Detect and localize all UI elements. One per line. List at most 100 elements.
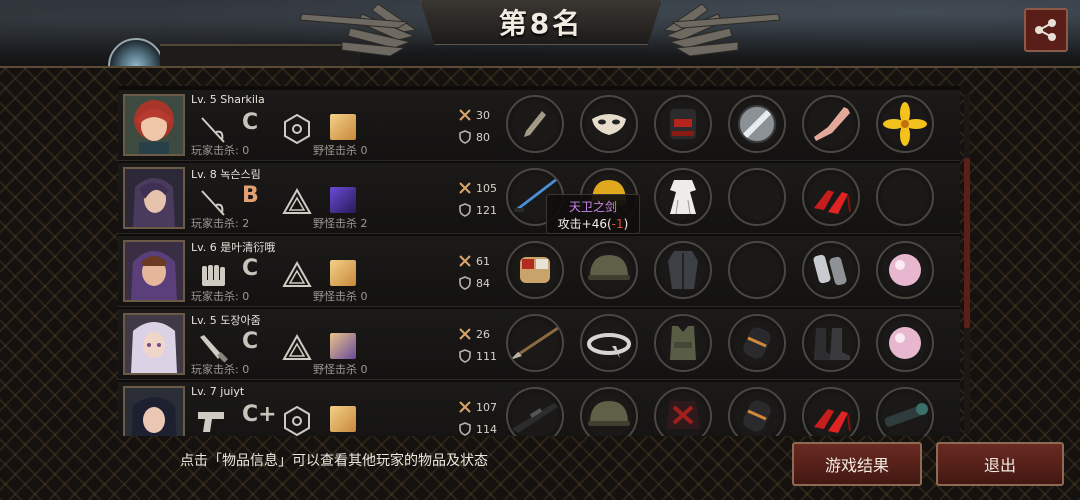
item-slot[interactable] xyxy=(506,387,564,436)
triangle-route-icon xyxy=(282,187,312,214)
item-slot[interactable] xyxy=(580,314,638,372)
skill-icon xyxy=(330,333,356,359)
white-dress-item-icon xyxy=(670,180,696,215)
game-result-button[interactable]: 游戏结果 xyxy=(792,442,922,486)
item-slot[interactable] xyxy=(506,314,564,372)
player-row[interactable]: Lv. 8 녹슨스림 B 玩家击杀: 2 野怪击杀 2 105 121 xyxy=(118,163,960,234)
pistol-icon xyxy=(198,412,224,432)
item-slot[interactable] xyxy=(580,95,638,153)
attack-value: 30 xyxy=(476,109,490,122)
player-portrait xyxy=(123,240,185,302)
attack-icon xyxy=(459,328,471,340)
player-row[interactable]: Lv. 6 是叶清衍哦 C 玩家击杀: 0 野怪击杀 0 61 84 xyxy=(118,236,960,307)
player-portrait xyxy=(123,94,185,156)
leg-item-icon xyxy=(814,107,850,141)
attack-value: 107 xyxy=(476,401,497,414)
defense-icon xyxy=(459,349,471,363)
item-slot[interactable] xyxy=(654,241,712,299)
item-slot[interactable] xyxy=(728,95,786,153)
item-slot[interactable] xyxy=(654,314,712,372)
player-row[interactable]: Lv. 5 Sharkila C 玩家击杀: 0 野怪击杀 0 30 80 xyxy=(118,90,960,161)
item-slot[interactable] xyxy=(728,387,786,436)
attack-value: 105 xyxy=(476,182,497,195)
player-row[interactable]: Lv. 5 도장아줌 C 玩家击杀: 0 野怪击杀 0 26 111 xyxy=(118,309,960,380)
player-kills: 玩家击杀: 0 xyxy=(191,363,250,376)
item-slot[interactable] xyxy=(876,314,934,372)
item-slot[interactable] xyxy=(654,168,712,226)
army-helmet-item-icon xyxy=(588,401,630,426)
player-portrait xyxy=(123,167,185,229)
defense-icon xyxy=(459,276,471,290)
item-slot[interactable] xyxy=(802,387,860,436)
monster-kills: 野怪击杀 0 xyxy=(313,144,368,157)
armguard-item-icon xyxy=(743,327,771,359)
tooltip-item-stat: 攻击+46(-1) xyxy=(547,215,639,232)
rank-grade: C+ xyxy=(242,402,277,427)
mask-item-icon xyxy=(592,114,626,135)
item-slot[interactable] xyxy=(876,168,934,226)
red-heels-item-icon xyxy=(814,409,851,433)
player-list-panel[interactable]: Lv. 5 Sharkila C 玩家击杀: 0 野怪击杀 0 30 80 Lv… xyxy=(118,86,960,436)
dark-coat-item-icon xyxy=(668,251,698,289)
item-slot[interactable] xyxy=(506,95,564,153)
item-tooltip: 天卫之剑 攻击+46(-1) xyxy=(546,194,640,234)
level-and-name: Lv. 5 도장아줌 xyxy=(191,314,261,327)
monster-kills: 野怪击杀 0 xyxy=(313,290,368,303)
item-slot[interactable] xyxy=(876,387,934,436)
attack-value: 26 xyxy=(476,328,490,341)
level-and-name: Lv. 6 是叶清衍哦 xyxy=(191,241,276,254)
item-slot[interactable] xyxy=(580,387,638,436)
item-slot[interactable] xyxy=(802,168,860,226)
item-slot[interactable] xyxy=(654,95,712,153)
item-slot[interactable] xyxy=(802,314,860,372)
tooltip-stat-suffix: ) xyxy=(623,217,629,231)
item-slot[interactable] xyxy=(876,95,934,153)
gauntlet-item-icon xyxy=(520,257,550,283)
item-slot[interactable] xyxy=(802,241,860,299)
skill-icon xyxy=(330,260,356,286)
player-kills: 玩家击杀: 2 xyxy=(191,217,250,230)
defense-value: 84 xyxy=(476,277,490,290)
level-and-name: Lv. 8 녹슨스림 xyxy=(191,168,261,181)
monster-kills: 野怪击杀 0 xyxy=(313,363,368,376)
player-kills: 玩家击杀: 0 xyxy=(191,290,250,303)
rank-grade: C xyxy=(242,329,259,354)
item-slot[interactable] xyxy=(728,314,786,372)
defense-icon xyxy=(459,422,471,436)
attack-value: 61 xyxy=(476,255,490,268)
defense-icon xyxy=(459,203,471,217)
defense-value: 114 xyxy=(476,423,497,436)
item-slot[interactable] xyxy=(728,241,786,299)
level-and-name: Lv. 5 Sharkila xyxy=(191,93,265,106)
item-slot[interactable] xyxy=(728,168,786,226)
attack-icon xyxy=(459,109,471,121)
item-slot[interactable] xyxy=(580,241,638,299)
skill-icon xyxy=(330,406,356,432)
tooltip-item-name: 天卫之剑 xyxy=(568,200,617,214)
rifle-item-icon xyxy=(512,403,558,433)
share-button[interactable] xyxy=(1024,8,1068,52)
hexagon-route-icon xyxy=(284,405,310,436)
right-wing-emblem xyxy=(662,3,781,57)
item-slot[interactable] xyxy=(506,241,564,299)
empty-slot-icon xyxy=(878,170,932,224)
lily-item-icon xyxy=(883,102,927,146)
skill-icon xyxy=(330,187,356,213)
item-slot[interactable] xyxy=(802,95,860,153)
item-slot[interactable] xyxy=(876,241,934,299)
hexagon-route-icon xyxy=(284,113,310,145)
player-row[interactable]: Lv. 7 juiyt C+ 107 114 xyxy=(118,382,960,436)
player-kills: 玩家击杀: 0 xyxy=(191,144,250,157)
empty-slot-icon xyxy=(730,170,784,224)
scroll-thumb[interactable] xyxy=(964,158,970,328)
triangle-route-icon xyxy=(282,333,312,360)
pearl-item-icon xyxy=(889,254,921,286)
tooltip-stat-negative: -1 xyxy=(611,217,624,231)
skill-icon xyxy=(330,114,356,140)
item-slot[interactable] xyxy=(654,387,712,436)
defense-value: 111 xyxy=(476,350,497,363)
left-wing-emblem xyxy=(299,3,418,57)
exit-button[interactable]: 退出 xyxy=(936,442,1064,486)
disc-item-icon xyxy=(738,105,776,143)
defense-value: 121 xyxy=(476,204,497,217)
